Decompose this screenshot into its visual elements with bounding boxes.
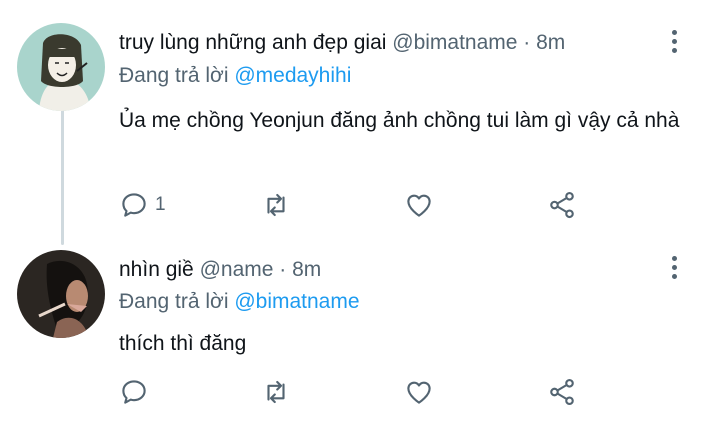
tweet-header: truy lùng những anh đẹp giai @bimatname … <box>119 30 565 56</box>
display-name[interactable]: truy lùng những anh đẹp giai <box>119 31 386 54</box>
retweet-button[interactable] <box>261 377 297 407</box>
replying-to-prefix: Đang trả lời <box>119 290 235 313</box>
more-vertical-icon <box>671 29 677 35</box>
avatar[interactable] <box>17 250 105 338</box>
like-button[interactable] <box>404 190 440 220</box>
more-vertical-icon <box>671 255 677 261</box>
retweet-icon <box>267 380 285 404</box>
handle-and-time[interactable]: @name · 8m <box>200 258 322 281</box>
share-button[interactable] <box>547 190 577 220</box>
more-dot <box>671 273 677 279</box>
replying-to: Đang trả lời @bimatname <box>119 289 360 315</box>
tweet-2[interactable]: nhìn giề @name · 8m Đang trả lời @bimatn… <box>0 245 720 423</box>
replying-to-mention[interactable]: @bimatname <box>234 290 359 313</box>
replying-to-mention[interactable]: @medayhihi <box>234 64 351 87</box>
reply-button[interactable]: 1 <box>119 190 166 220</box>
avatar[interactable] <box>17 23 105 111</box>
like-button[interactable] <box>404 377 440 407</box>
avatar-illustration <box>17 23 105 111</box>
tweet-actions: 1 <box>0 190 720 226</box>
display-name[interactable]: nhìn giề <box>119 258 194 281</box>
avatar-photo <box>17 250 105 338</box>
handle-and-time[interactable]: @bimatname · 8m <box>392 31 565 54</box>
heart-icon <box>407 194 431 217</box>
tweet-text: Ủa mẹ chồng Yeonjun đăng ảnh chồng tui l… <box>119 109 680 132</box>
more-options-button[interactable] <box>664 254 684 280</box>
more-dot <box>671 264 677 270</box>
more-options-button[interactable] <box>664 28 684 54</box>
retweet-icon <box>267 193 285 217</box>
more-dot <box>671 47 677 53</box>
replying-to-prefix: Đang trả lời <box>119 64 235 87</box>
share-icon <box>550 378 574 406</box>
share-icon <box>550 191 574 219</box>
share-button[interactable] <box>547 377 577 407</box>
tweet-text: thích thì đăng <box>119 332 247 355</box>
replying-to: Đang trả lời @medayhihi <box>119 63 351 89</box>
reply-icon <box>122 380 146 404</box>
reply-icon <box>122 193 146 217</box>
reply-button[interactable] <box>119 377 155 407</box>
reply-count: 1 <box>155 194 166 215</box>
heart-icon <box>407 381 431 404</box>
tweet-header: nhìn giề @name · 8m <box>119 257 321 283</box>
retweet-button[interactable] <box>261 190 297 220</box>
tweet-1[interactable]: truy lùng những anh đẹp giai @bimatname … <box>0 0 720 245</box>
tweet-actions <box>0 377 720 413</box>
more-dot <box>671 38 677 44</box>
